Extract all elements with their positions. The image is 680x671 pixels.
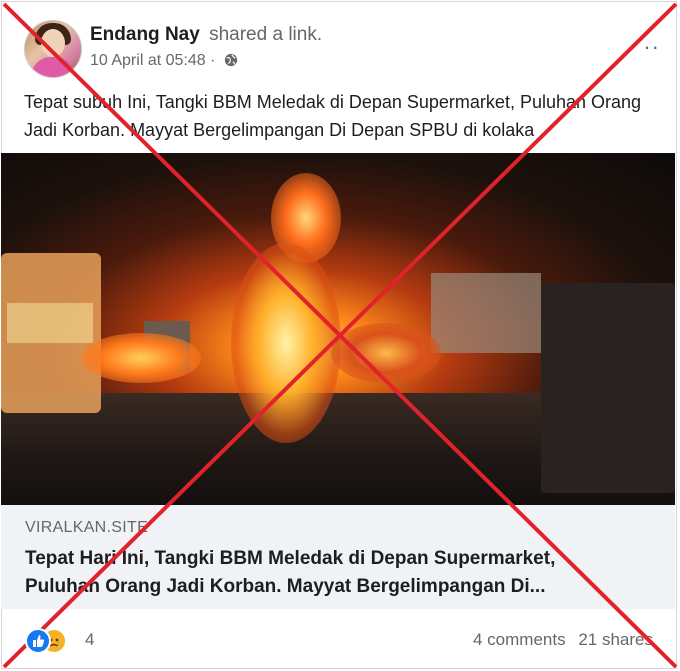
- comments-count[interactable]: 4 comments: [473, 630, 566, 649]
- meta-separator: ·: [210, 52, 216, 69]
- more-options-button[interactable]: ··: [643, 34, 660, 60]
- globe-icon: [224, 53, 237, 67]
- post-timestamp[interactable]: 10 April at 05:48: [90, 52, 206, 69]
- shares-count[interactable]: 21 shares: [578, 630, 653, 649]
- link-preview[interactable]: VIRALKAN.SITE Tepat Hari Ini, Tangki BBM…: [1, 505, 675, 609]
- post-footer: 4 4 comments 21 shares: [1, 612, 675, 666]
- link-domain: VIRALKAN.SITE: [25, 519, 149, 536]
- avatar[interactable]: [24, 20, 82, 78]
- post-header: Endang Nay shared a link. 10 April at 05…: [24, 20, 664, 80]
- author-line: Endang Nay shared a link.: [90, 24, 322, 46]
- post-stats: 4 comments 21 shares: [473, 630, 653, 650]
- author-name[interactable]: Endang Nay: [90, 24, 200, 45]
- link-title[interactable]: Tepat Hari Ini, Tangki BBM Meledak di De…: [25, 545, 655, 601]
- reaction-count[interactable]: 4: [85, 630, 94, 650]
- like-icon: [25, 628, 51, 654]
- link-preview-image[interactable]: [1, 153, 675, 505]
- post-action: shared a link.: [209, 24, 323, 45]
- post-meta: 10 April at 05:48 ·: [90, 52, 238, 70]
- post-text: Tepat subuh Ini, Tangki BBM Meledak di D…: [24, 92, 642, 140]
